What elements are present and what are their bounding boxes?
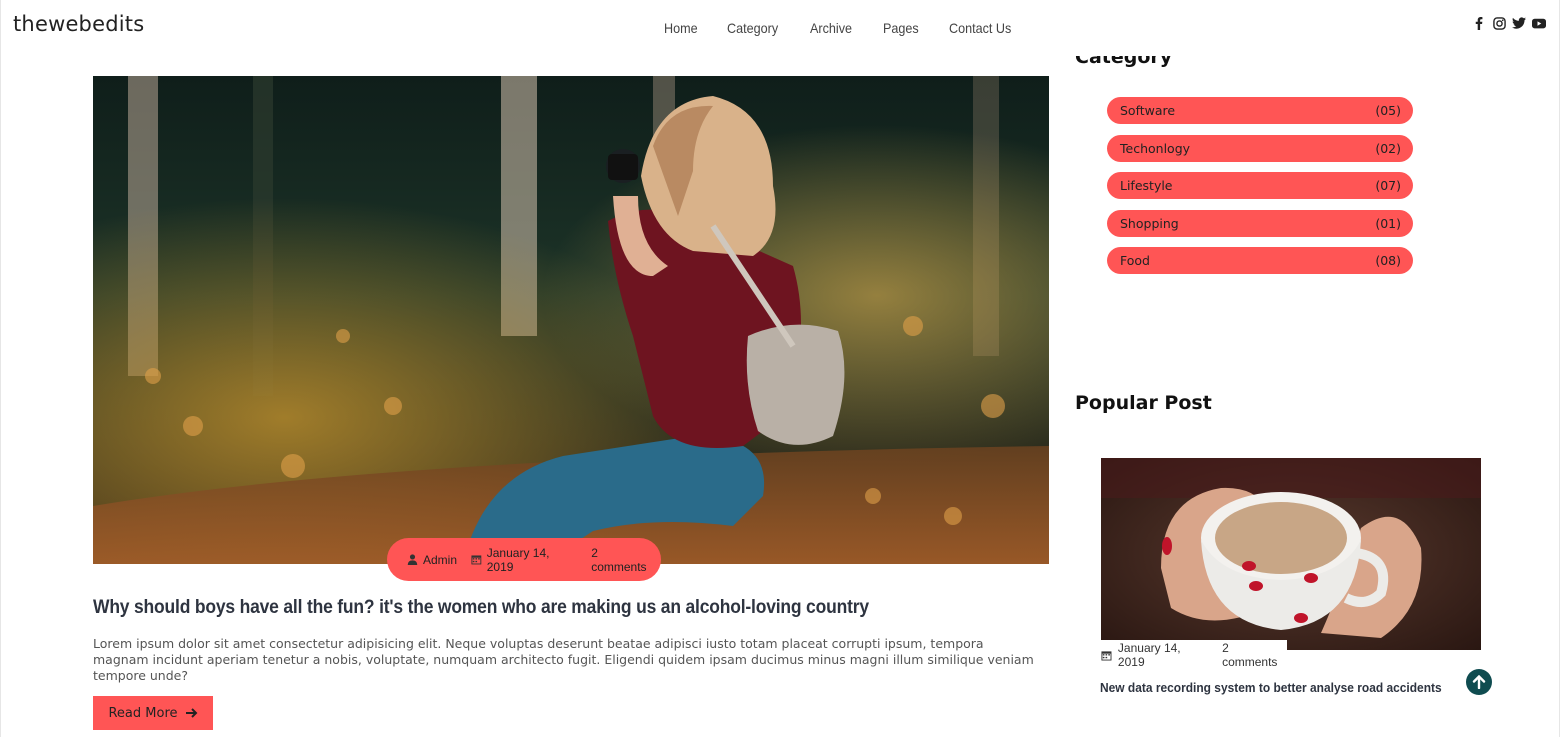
category-item-lifestyle[interactable]: Lifestyle (07) [1107, 172, 1413, 199]
category-count: (07) [1375, 178, 1401, 193]
nav-contact[interactable]: Contact Us [949, 20, 1011, 36]
nav-archive[interactable]: Archive [810, 20, 852, 36]
category-item-technology[interactable]: Techonlogy (02) [1107, 134, 1413, 162]
category-name: Techonlogy [1120, 140, 1191, 156]
post-author[interactable]: Admin [407, 553, 457, 567]
post-excerpt: Lorem ipsum dolor sit amet consectetur a… [93, 636, 1034, 683]
scroll-to-top-button[interactable] [1466, 669, 1492, 695]
popular-post-title[interactable]: New data recording system to better anal… [1100, 680, 1442, 695]
category-count: (02) [1375, 140, 1401, 156]
post-meta: Admin January 14, 2019 2 comments [387, 538, 661, 581]
popular-post-heading: Popular Post [1075, 392, 1212, 414]
category-name: Lifestyle [1120, 178, 1173, 193]
featured-image[interactable] [93, 76, 1049, 564]
popular-post-date[interactable]: January 14, 2019 [1118, 641, 1210, 669]
category-item-food[interactable]: Food (08) [1107, 247, 1413, 274]
category-heading: Category [1075, 56, 1173, 68]
calendar-icon [471, 555, 482, 565]
popular-post-meta: January 14, 2019 2 comments [1101, 640, 1287, 669]
facebook-icon[interactable] [1472, 16, 1486, 30]
category-name: Software [1120, 103, 1176, 118]
nav-pages[interactable]: Pages [883, 20, 919, 36]
category-count: (05) [1375, 103, 1401, 118]
post-title[interactable]: Why should boys have all the fun? it's t… [93, 597, 869, 619]
main-nav: Home Category Archive Pages Contact Us [664, 20, 1044, 36]
arrow-up-icon [1472, 675, 1486, 689]
read-more-label: Read More [108, 705, 178, 721]
category-item-software[interactable]: Software (05) [1107, 97, 1413, 124]
post-date-text: January 14, 2019 [486, 545, 550, 574]
post-comments[interactable]: 2 comments [591, 546, 655, 574]
arrow-right-icon [185, 708, 197, 718]
popular-post-image[interactable] [1101, 458, 1481, 650]
category-name: Food [1120, 253, 1150, 268]
calendar-icon [1101, 650, 1112, 661]
read-more-button[interactable]: Read More [93, 696, 213, 730]
social-links [1472, 16, 1546, 30]
category-count: (01) [1375, 215, 1401, 231]
twitter-icon[interactable] [1512, 16, 1526, 30]
popular-post-comments[interactable]: 2 comments [1222, 641, 1287, 669]
instagram-icon[interactable] [1492, 16, 1506, 30]
site-logo[interactable]: thewebedits [13, 12, 144, 36]
user-icon [407, 554, 418, 565]
category-list: Software (05) Techonlogy (02) Lifestyle … [1107, 97, 1413, 285]
post-date[interactable]: January 14, 2019 [471, 546, 577, 574]
category-item-shopping[interactable]: Shopping (01) [1107, 209, 1413, 237]
youtube-icon[interactable] [1532, 16, 1546, 30]
site-header: thewebedits Home Category Archive Pages … [0, 0, 1560, 56]
category-count: (08) [1375, 253, 1401, 268]
post-author-text: Admin [423, 552, 458, 567]
nav-category[interactable]: Category [727, 20, 778, 36]
nav-home[interactable]: Home [664, 20, 698, 36]
category-name: Shopping [1120, 215, 1179, 231]
